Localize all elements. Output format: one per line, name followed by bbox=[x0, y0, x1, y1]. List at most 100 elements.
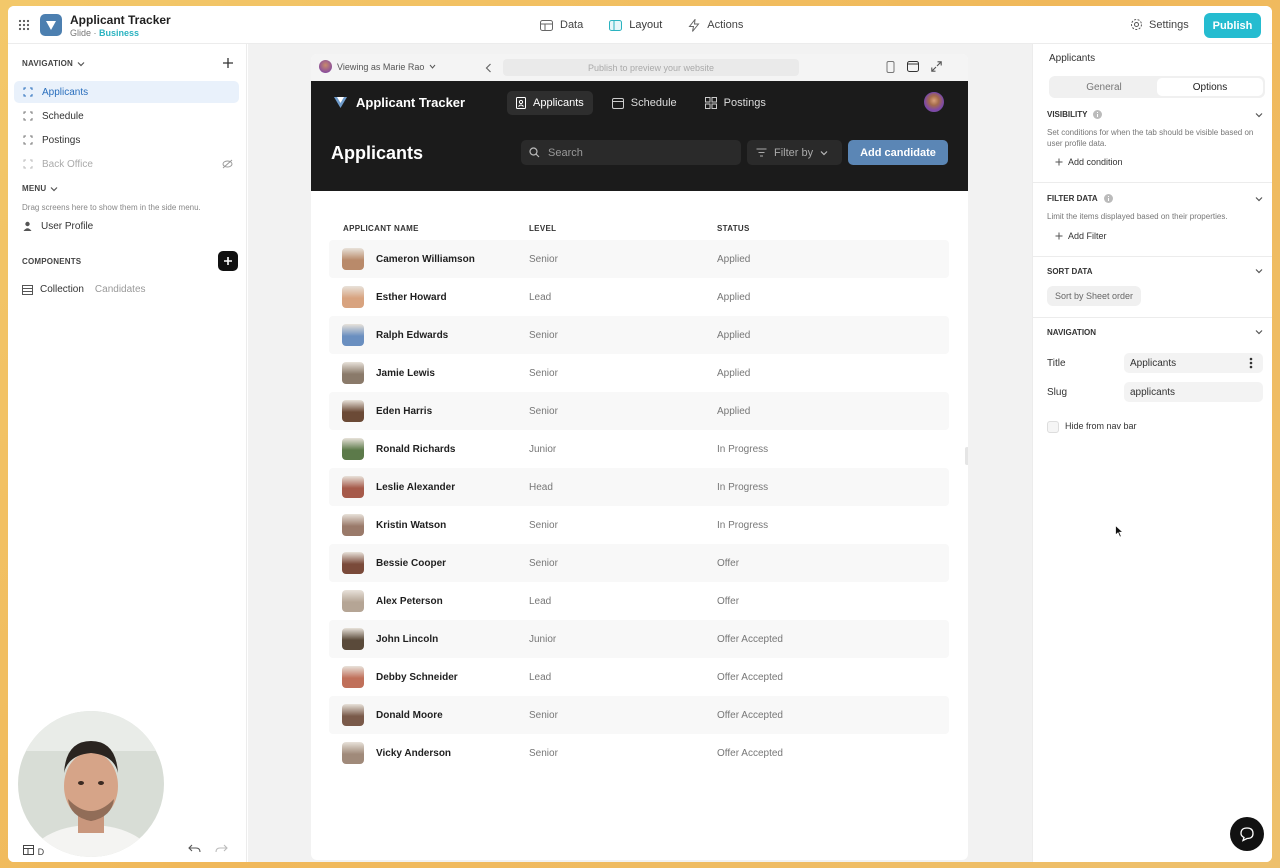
apps-grid-icon[interactable] bbox=[18, 19, 30, 31]
sidebar-item-back-office[interactable]: Back Office bbox=[14, 153, 239, 175]
menu-head-label: MENU bbox=[22, 184, 47, 193]
resize-handle[interactable] bbox=[965, 447, 968, 465]
add-candidate-button[interactable]: Add candidate bbox=[848, 140, 948, 165]
table-row[interactable]: Eden Harris Senior Applied bbox=[329, 392, 949, 430]
undo-icon[interactable] bbox=[188, 844, 201, 854]
applicant-status: Applied bbox=[717, 367, 751, 379]
viewing-as-selector[interactable]: Viewing as Marie Rao bbox=[319, 60, 436, 73]
visibility-section-header[interactable]: VISIBILITY bbox=[1047, 110, 1103, 119]
plan-badge: Business bbox=[99, 28, 140, 38]
left-panel: NAVIGATION Applicants Schedule Postings … bbox=[8, 44, 247, 862]
preview-tab-postings[interactable]: Postings bbox=[696, 91, 775, 115]
preview-nav-tabs: Applicants Schedule Postings bbox=[507, 91, 775, 115]
data-editor-shortcut[interactable]: D bbox=[23, 843, 44, 858]
chevron-down-icon bbox=[430, 64, 436, 69]
filter-data-section-header[interactable]: FILTER DATA bbox=[1047, 194, 1113, 203]
preview-canvas: Viewing as Marie Rao Publish to preview … bbox=[248, 44, 1032, 862]
app-title[interactable]: Applicant Tracker bbox=[70, 13, 171, 27]
table-row[interactable]: John Lincoln Junior Offer Accepted bbox=[329, 620, 949, 658]
publish-button[interactable]: Publish bbox=[1204, 13, 1261, 38]
table-row[interactable]: Vicky Anderson Senior Offer Accepted bbox=[329, 734, 949, 772]
desktop-device-icon[interactable] bbox=[907, 61, 919, 72]
info-icon[interactable] bbox=[1103, 194, 1113, 203]
preview-tab-schedule[interactable]: Schedule bbox=[603, 91, 686, 115]
table-row[interactable]: Cameron Williamson Senior Applied bbox=[329, 240, 949, 278]
table-row[interactable]: Alex Peterson Lead Offer bbox=[329, 582, 949, 620]
preview-tab-applicants[interactable]: Applicants bbox=[507, 91, 593, 115]
expand-icon[interactable] bbox=[931, 61, 942, 72]
table-row[interactable]: Debby Schneider Lead Offer Accepted bbox=[329, 658, 949, 696]
app-logo-icon bbox=[46, 21, 56, 30]
back-button[interactable] bbox=[479, 59, 497, 77]
title-field-value: Applicants bbox=[1130, 357, 1177, 369]
applicant-status: Offer Accepted bbox=[717, 709, 783, 721]
applicant-name: Ronald Richards bbox=[376, 443, 456, 455]
plus-icon bbox=[1055, 158, 1063, 166]
divider bbox=[1033, 256, 1272, 257]
search-input[interactable]: Search bbox=[521, 140, 741, 165]
tab-layout[interactable]: Layout bbox=[609, 19, 662, 31]
chevron-down-icon[interactable] bbox=[1254, 328, 1264, 336]
table-row[interactable]: Jamie Lewis Senior Applied bbox=[329, 354, 949, 392]
table-row[interactable]: Bessie Cooper Senior Offer bbox=[329, 544, 949, 582]
chevron-down-icon[interactable] bbox=[1254, 195, 1264, 203]
hide-from-nav-checkbox[interactable] bbox=[1047, 421, 1059, 433]
column-header-status[interactable]: STATUS bbox=[717, 224, 917, 233]
screen-frame-icon bbox=[23, 135, 33, 145]
applicant-status: Applied bbox=[717, 329, 751, 341]
eye-hidden-icon[interactable] bbox=[222, 159, 233, 169]
chevron-down-icon[interactable] bbox=[1254, 111, 1264, 119]
navigation-section-header[interactable]: NAVIGATION bbox=[22, 59, 85, 68]
tab-options[interactable]: Options bbox=[1157, 78, 1263, 96]
column-header-level[interactable]: LEVEL bbox=[529, 224, 717, 233]
add-condition-button[interactable]: Add condition bbox=[1047, 152, 1131, 172]
sort-data-section-header[interactable]: SORT DATA bbox=[1047, 267, 1092, 276]
applicant-name-cell: Cameron Williamson bbox=[329, 248, 529, 270]
table-row[interactable]: Donald Moore Senior Offer Accepted bbox=[329, 696, 949, 734]
redo-icon[interactable] bbox=[215, 844, 228, 854]
sort-order-select[interactable]: Sort by Sheet order bbox=[1047, 286, 1142, 306]
add-screen-plus-icon[interactable] bbox=[222, 57, 234, 69]
component-collection[interactable]: Collection Candidates bbox=[22, 284, 146, 295]
preview-app-logo[interactable]: Applicant Tracker bbox=[333, 95, 465, 110]
properties-title: Applicants bbox=[1049, 53, 1096, 64]
more-vertical-icon[interactable] bbox=[1249, 357, 1253, 369]
app-sub-prefix: Glide · bbox=[70, 28, 100, 38]
table-row[interactable]: Esther Howard Lead Applied bbox=[329, 278, 949, 316]
applicant-status: Applied bbox=[717, 291, 751, 303]
title-field[interactable]: Applicants bbox=[1124, 353, 1263, 373]
table-row[interactable]: Ronald Richards Junior In Progress bbox=[329, 430, 949, 468]
table-row[interactable]: Ralph Edwards Senior Applied bbox=[329, 316, 949, 354]
mobile-device-icon[interactable] bbox=[886, 61, 895, 73]
tab-actions[interactable]: Actions bbox=[688, 18, 743, 32]
support-chat-button[interactable] bbox=[1230, 817, 1264, 851]
tab-general[interactable]: General bbox=[1051, 78, 1157, 96]
chevron-down-icon[interactable] bbox=[1254, 267, 1264, 275]
add-filter-button[interactable]: Add Filter bbox=[1047, 226, 1115, 246]
applicant-name: John Lincoln bbox=[376, 633, 439, 645]
column-header-name[interactable]: APPLICANT NAME bbox=[329, 224, 529, 233]
sidebar-item-label: Back Office bbox=[42, 158, 93, 170]
history-controls bbox=[188, 844, 228, 854]
navigation-section-header[interactable]: NAVIGATION bbox=[1047, 328, 1096, 337]
table-row[interactable]: Kristin Watson Senior In Progress bbox=[329, 506, 949, 544]
applicant-level: Lead bbox=[529, 291, 552, 303]
settings-button[interactable]: Settings bbox=[1130, 18, 1189, 31]
menu-section-header[interactable]: MENU bbox=[22, 184, 58, 193]
app-logo[interactable] bbox=[40, 14, 62, 36]
filter-dropdown[interactable]: Filter by bbox=[747, 140, 842, 165]
sidebar-item-postings[interactable]: Postings bbox=[14, 129, 239, 151]
sidebar-item-user-profile[interactable]: User Profile bbox=[14, 215, 239, 237]
screen-frame-icon bbox=[23, 111, 33, 121]
table-row[interactable]: Leslie Alexander Head In Progress bbox=[329, 468, 949, 506]
sidebar-item-applicants[interactable]: Applicants bbox=[14, 81, 239, 103]
slug-field[interactable]: applicants bbox=[1124, 382, 1263, 402]
tab-data[interactable]: Data bbox=[540, 19, 583, 31]
filter-head-label: FILTER DATA bbox=[1047, 194, 1098, 203]
info-icon[interactable] bbox=[1093, 110, 1103, 119]
sidebar-item-schedule[interactable]: Schedule bbox=[14, 105, 239, 127]
user-avatar[interactable] bbox=[924, 92, 944, 112]
add-component-button[interactable] bbox=[218, 251, 238, 271]
add-filter-label: Add Filter bbox=[1068, 231, 1107, 241]
divider bbox=[1033, 182, 1272, 183]
